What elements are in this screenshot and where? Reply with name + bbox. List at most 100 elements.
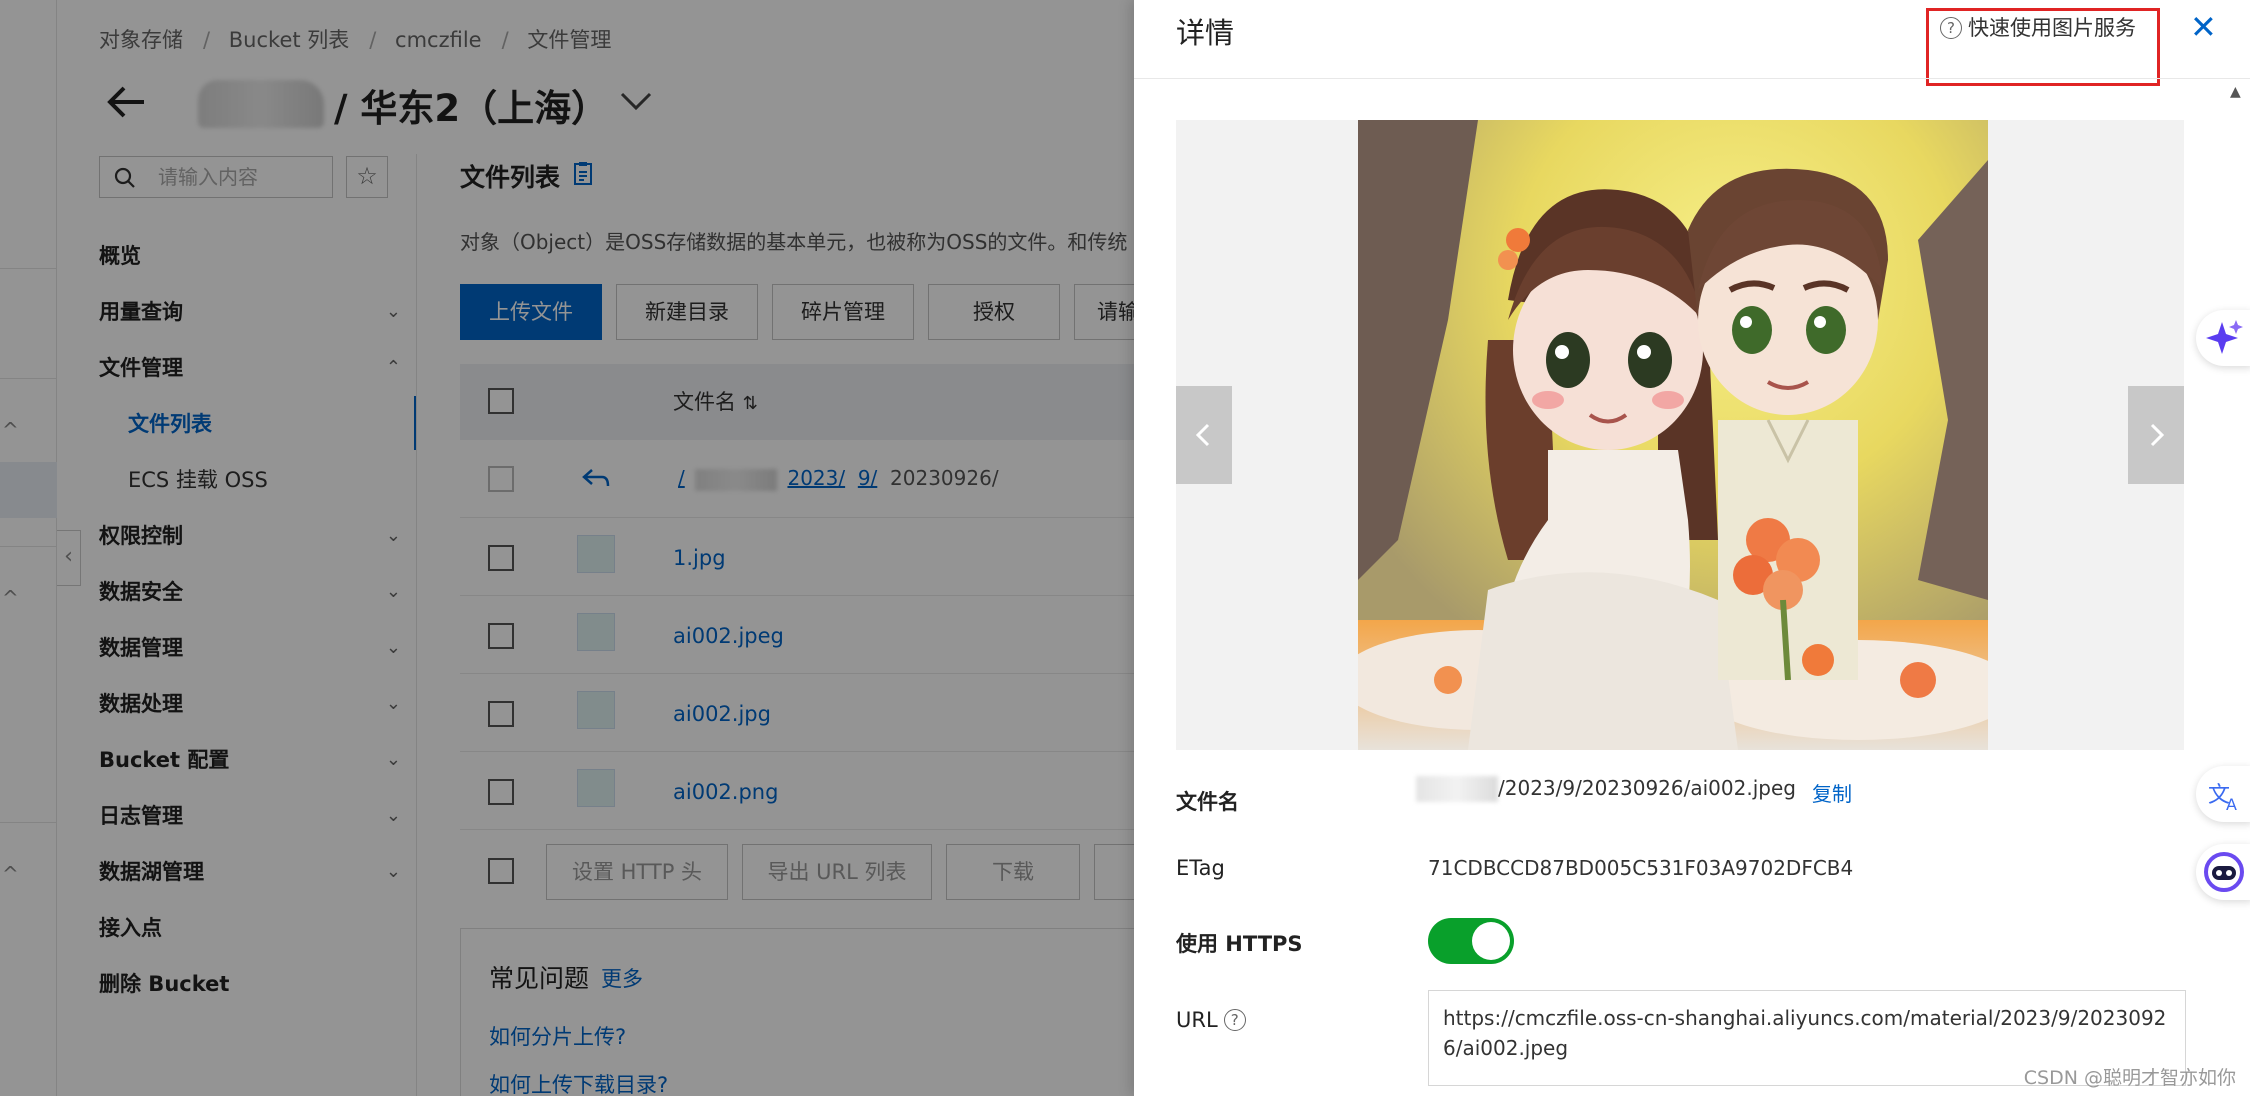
scroll-up-icon[interactable]: ▲ <box>2230 84 2241 100</box>
more-button[interactable]: 请输 <box>1074 284 1134 340</box>
faq-question-link[interactable]: 如何上传下载目录? <box>489 1069 668 1096</box>
row-checkbox[interactable] <box>488 779 514 805</box>
breadcrumb-item-file-mgmt: 文件管理 <box>527 28 612 52</box>
folder-path: / 2023/ 9/ 20230926/ <box>678 466 999 491</box>
file-link[interactable]: ai002.jpeg <box>673 624 784 648</box>
chevron-down-icon: ⌄ <box>385 301 401 322</box>
sidebar-item-file-mgmt[interactable]: 文件管理 ⌃ <box>99 348 401 388</box>
chevron-down-icon: ⌄ <box>385 749 401 770</box>
sidebar-item-delete-bucket[interactable]: 删除 Bucket <box>99 964 401 1004</box>
chevron-left-icon <box>1195 423 1210 447</box>
chevron-down-icon: ⌄ <box>385 805 401 826</box>
sidebar-item-bucket-config[interactable]: Bucket 配置 ⌄ <box>99 740 401 780</box>
next-image-button[interactable] <box>2128 386 2184 484</box>
more-actions-button[interactable] <box>1094 844 1134 900</box>
image-file-icon <box>577 769 615 807</box>
breadcrumb-item-bucket[interactable]: cmczfile <box>395 28 482 52</box>
sidebar-item-access-point[interactable]: 接入点 <box>99 908 401 948</box>
sidebar-item-overview[interactable]: 概览 <box>99 236 401 276</box>
row-checkbox[interactable] <box>488 623 514 649</box>
svg-text:A: A <box>2226 795 2237 814</box>
file-link[interactable]: ai002.png <box>673 780 778 804</box>
chevron-up-icon[interactable]: ^ <box>2 418 19 442</box>
faq-more-link[interactable]: 更多 <box>601 963 643 993</box>
chat-bot-button[interactable] <box>2196 844 2250 900</box>
path-year-link[interactable]: 2023/ <box>787 466 845 490</box>
chevron-down-icon[interactable] <box>618 86 654 116</box>
sort-icon: ⇅ <box>742 393 758 414</box>
chevron-up-icon[interactable]: ^ <box>2 862 19 886</box>
row-checkbox[interactable] <box>488 545 514 571</box>
sparkle-icon <box>2206 320 2243 354</box>
return-icon[interactable] <box>580 466 612 492</box>
export-url-button[interactable]: 导出 URL 列表 <box>742 844 932 900</box>
new-folder-button[interactable]: 新建目录 <box>616 284 758 340</box>
https-toggle[interactable] <box>1428 918 1514 964</box>
translate-button[interactable]: 文 A <box>2196 766 2250 822</box>
table-row <box>460 674 1134 752</box>
robot-icon <box>2204 852 2244 892</box>
path-root-link[interactable]: / <box>678 466 685 490</box>
previous-image-button[interactable] <box>1176 386 1232 484</box>
table-row <box>460 596 1134 674</box>
close-icon[interactable]: ✕ <box>2190 8 2217 46</box>
table-row <box>460 752 1134 830</box>
back-arrow-icon[interactable] <box>104 80 148 124</box>
breadcrumb-item-oss[interactable]: 对象存储 <box>99 28 183 52</box>
chevron-up-icon[interactable]: ^ <box>2 586 19 610</box>
translate-icon: 文 A <box>2208 783 2237 814</box>
search-icon <box>114 167 135 188</box>
preview-image <box>1358 120 1988 750</box>
sidebar-item-permissions[interactable]: 权限控制 ⌄ <box>99 516 401 556</box>
authorize-button[interactable]: 授权 <box>928 284 1060 340</box>
sidebar-item-data-security[interactable]: 数据安全 ⌄ <box>99 572 401 612</box>
path-current: 20230926/ <box>890 466 999 490</box>
bucket-name-redacted <box>198 80 324 128</box>
sidebar-item-data-lake[interactable]: 数据湖管理 ⌄ <box>99 852 401 892</box>
download-button[interactable]: 下载 <box>946 844 1080 900</box>
file-link[interactable]: ai002.jpg <box>673 702 771 726</box>
table-row <box>460 518 1134 596</box>
bottom-select-checkbox[interactable] <box>488 858 514 884</box>
csdn-watermark: CSDN @聪明才智亦如你 <box>2023 1067 2236 1089</box>
path-month-link[interactable]: 9/ <box>858 466 877 490</box>
object-description: 对象（Object）是OSS存储数据的基本单元，也被称为OSS的文件。和传统 <box>460 230 1128 254</box>
star-icon[interactable]: ☆ <box>346 156 388 198</box>
toggle-knob <box>1472 922 1510 960</box>
help-icon[interactable]: ? <box>1223 1009 1246 1031</box>
sidebar-search-input[interactable] <box>158 163 328 191</box>
fragment-mgmt-button[interactable]: 碎片管理 <box>772 284 914 340</box>
sidebar-item-data-processing[interactable]: 数据处理 ⌄ <box>99 684 401 724</box>
sidebar-collapse-toggle[interactable]: ‹ <box>57 530 81 586</box>
sidebar-item-file-list[interactable]: 文件列表 <box>128 404 212 444</box>
faq-question-link[interactable]: 如何分片上传? <box>489 1021 626 1051</box>
detail-drawer: 详情 ? 快速使用图片服务 ✕ ▲ 文件名 /2023/9/20230926/a… <box>1134 0 2250 1096</box>
copy-filename-link[interactable]: 复制 <box>1812 778 1852 807</box>
file-link[interactable]: 1.jpg <box>673 546 726 570</box>
upload-file-button[interactable]: 上传文件 <box>460 284 602 340</box>
select-all-checkbox[interactable] <box>488 388 514 414</box>
path-redacted <box>695 468 778 491</box>
clipboard-icon[interactable] <box>570 160 596 186</box>
sidebar-item-ecs-mount[interactable]: ECS 挂载 OSS <box>128 460 268 500</box>
chevron-right-icon <box>2150 423 2165 447</box>
sidebar-item-usage[interactable]: 用量查询 ⌄ <box>99 292 401 332</box>
column-header-filename[interactable]: 文件名 ⇅ <box>673 386 758 416</box>
ai-assistant-button[interactable] <box>2196 310 2250 366</box>
chevron-down-icon: ⌄ <box>385 525 401 546</box>
sidebar-item-data-mgmt[interactable]: 数据管理 ⌄ <box>99 628 401 668</box>
drawer-scrollbar[interactable]: ▲ <box>2226 80 2250 1096</box>
highlight-annotation-box <box>1926 8 2160 86</box>
drawer-title: 详情 <box>1176 16 1235 50</box>
set-http-header-button[interactable]: 设置 HTTP 头 <box>546 844 728 900</box>
filename-label: 文件名 <box>1176 790 1239 814</box>
faq-panel: 常见问题 更多 如何分片上传? 如何上传下载目录? <box>460 928 1134 1096</box>
file-list-title: 文件列表 <box>460 163 561 192</box>
sidebar-item-log-mgmt[interactable]: 日志管理 ⌄ <box>99 796 401 836</box>
row-checkbox[interactable] <box>488 701 514 727</box>
breadcrumb-item-bucket-list[interactable]: Bucket 列表 <box>229 28 350 52</box>
page-title: / 华东2（上海） <box>334 87 609 130</box>
chevron-down-icon: ⌄ <box>385 861 401 882</box>
sidebar-search[interactable] <box>99 156 333 198</box>
faq-title: 常见问题 <box>489 964 590 993</box>
